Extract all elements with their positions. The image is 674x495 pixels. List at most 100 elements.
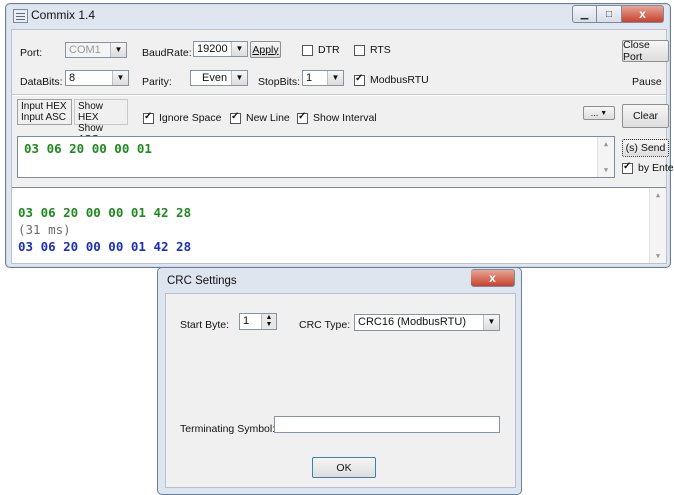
pause-label[interactable]: Pause <box>632 76 662 88</box>
commix-window: Commix 1.4 ▁ □ x Port: COM1 ▼ BaudRate: … <box>5 3 674 268</box>
scroll-down-icon: ▼ <box>655 252 661 260</box>
by-enter-box <box>622 161 633 174</box>
dialog-close-button[interactable]: x <box>471 269 515 287</box>
send-button[interactable]: (s) Send <box>622 139 669 157</box>
rts-label: RTS <box>370 44 391 56</box>
databits-value: 8 <box>69 72 76 84</box>
terminating-symbol-label: Terminating Symbol: <box>180 423 276 435</box>
ignore-space-box <box>143 111 154 124</box>
port-label: Port: <box>20 47 43 59</box>
show-mode-toggle[interactable]: Show HEX Show ASC <box>74 99 128 145</box>
modbus-checkbox[interactable]: ModbusRTU <box>354 73 429 86</box>
minimize-button[interactable]: ▁ <box>572 5 597 23</box>
dialog-client-area: Start Byte: 1 ▲ ▼ CRC Type: CRC16 (Modbus… <box>165 293 516 488</box>
show-hex-option[interactable]: Show HEX <box>78 101 124 123</box>
stopbits-label: StopBits: <box>258 76 301 88</box>
start-byte-spinner[interactable]: 1 ▲ ▼ <box>239 313 277 330</box>
chevron-down-icon: ▼ <box>483 315 499 330</box>
new-line-label: New Line <box>246 112 290 124</box>
output-scrollbar[interactable]: ▲ ▼ <box>649 188 666 263</box>
minimize-icon: ▁ <box>580 8 589 20</box>
close-button[interactable]: x <box>622 5 664 23</box>
stopbits-value: 1 <box>306 72 313 84</box>
output-line-interval: (31 ms) <box>18 222 71 237</box>
ignore-space-label: Ignore Space <box>159 112 222 124</box>
input-hex-option[interactable]: Input HEX <box>21 101 68 112</box>
close-icon: x <box>639 7 646 21</box>
input-asc-option[interactable]: Input ASC <box>21 112 68 123</box>
parity-value: Even <box>202 72 228 84</box>
databits-select[interactable]: 8 ▼ <box>65 70 129 86</box>
close-port-button[interactable]: Close Port <box>622 39 669 63</box>
more-label: ... <box>590 108 599 118</box>
dialog-title: CRC Settings <box>167 275 237 287</box>
clear-button[interactable]: Clear <box>622 104 669 128</box>
apply-label: Apply <box>252 43 279 56</box>
show-interval-box <box>297 111 308 124</box>
apply-button[interactable]: Apply <box>250 41 281 58</box>
new-line-checkbox[interactable]: New Line <box>230 111 290 124</box>
crc-settings-dialog: CRC Settings x Start Byte: 1 ▲ ▼ CRC Type… <box>157 267 522 495</box>
send-input[interactable]: 03 06 20 00 00 01 ▲ ▼ <box>17 136 615 178</box>
ok-label: OK <box>336 461 352 474</box>
modbus-box <box>354 73 365 86</box>
parity-select[interactable]: Even ▼ <box>190 70 248 86</box>
dtr-box <box>302 44 313 56</box>
terminating-symbol-input[interactable] <box>274 416 500 433</box>
window-title: Commix 1.4 <box>31 8 96 22</box>
chevron-down-icon: ▼ <box>112 71 128 85</box>
port-value: COM1 <box>69 44 101 56</box>
port-select[interactable]: COM1 ▼ <box>65 42 127 58</box>
dtr-label: DTR <box>318 44 340 56</box>
scroll-down-icon: ▼ <box>603 166 609 174</box>
ignore-space-checkbox[interactable]: Ignore Space <box>143 111 222 124</box>
maximize-icon: □ <box>605 8 613 20</box>
clear-label: Clear <box>632 110 659 122</box>
output-line-sent: 03 06 20 00 00 01 42 28 <box>18 205 192 220</box>
crc-type-label: CRC Type: <box>299 319 351 331</box>
show-interval-checkbox[interactable]: Show Interval <box>297 111 377 124</box>
send-label: (s) Send <box>625 142 666 154</box>
chevron-down-icon: ▼ <box>110 43 126 57</box>
spinner-arrows-icon[interactable]: ▲ ▼ <box>261 314 276 329</box>
caption-buttons: ▁ □ x <box>572 5 664 23</box>
show-interval-label: Show Interval <box>313 112 377 124</box>
by-enter-label: by Enter <box>638 162 674 174</box>
scroll-up-icon: ▲ <box>655 191 661 199</box>
crc-type-select[interactable]: CRC16 (ModbusRTU) ▼ <box>354 314 500 331</box>
maximize-button[interactable]: □ <box>597 5 622 23</box>
dtr-checkbox[interactable]: DTR <box>302 44 340 56</box>
baudrate-value: 19200 <box>197 43 228 55</box>
main-client-area: Port: COM1 ▼ BaudRate: 19200 ▼ Apply DTR… <box>11 29 674 264</box>
chevron-down-icon: ▼ <box>231 42 247 56</box>
send-input-text: 03 06 20 00 00 01 <box>24 141 152 156</box>
title-bar: Commix 1.4 ▁ □ x <box>6 4 670 26</box>
close-icon: x <box>489 271 496 285</box>
chevron-down-icon: ▼ <box>327 71 343 85</box>
chevron-down-icon: ▼ <box>231 71 247 85</box>
ok-button[interactable]: OK <box>312 457 376 478</box>
rts-checkbox[interactable]: RTS <box>354 44 391 56</box>
start-byte-value: 1 <box>243 315 250 327</box>
output-line-received: 03 06 20 00 00 01 42 28 <box>18 239 192 254</box>
chevron-down-icon: ▼ <box>600 109 608 117</box>
by-enter-checkbox[interactable]: by Enter <box>622 161 674 174</box>
output-log[interactable]: 03 06 20 00 00 01 42 28 (31 ms) 03 06 20… <box>12 187 666 263</box>
input-mode-toggle[interactable]: Input HEX Input ASC <box>17 99 72 125</box>
parity-label: Parity: <box>142 76 172 88</box>
baudrate-select[interactable]: 19200 ▼ <box>193 41 248 57</box>
more-options-button[interactable]: ... ▼ <box>583 106 615 120</box>
rts-box <box>354 44 365 56</box>
input-scrollbar[interactable]: ▲ ▼ <box>597 137 614 177</box>
databits-label: DataBits: <box>20 76 63 88</box>
scroll-up-icon: ▲ <box>603 140 609 148</box>
new-line-box <box>230 111 241 124</box>
modbus-label: ModbusRTU <box>370 74 429 86</box>
app-icon <box>13 9 28 23</box>
divider <box>12 94 666 96</box>
baudrate-label: BaudRate: <box>142 47 192 59</box>
crc-type-value: CRC16 (ModbusRTU) <box>358 316 466 328</box>
start-byte-label: Start Byte: <box>180 319 230 331</box>
stopbits-select[interactable]: 1 ▼ <box>302 70 344 86</box>
close-port-label: Close Port <box>623 39 650 63</box>
